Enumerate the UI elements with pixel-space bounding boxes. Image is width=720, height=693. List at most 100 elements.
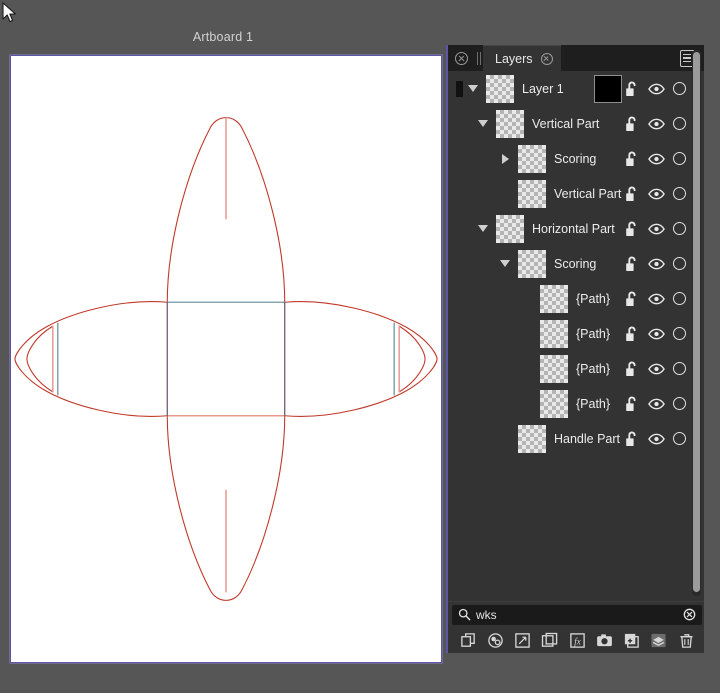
layer-thumbnail[interactable] [540,285,568,313]
layer-indent-spacer [448,228,476,229]
layer-toolbar[interactable]: fx [448,627,706,653]
adjustment-layer-button[interactable] [485,630,505,650]
circle-icon[interactable] [673,327,686,340]
circle-icon[interactable] [673,257,686,270]
layer-row-controls [625,176,686,211]
svg-text:fx: fx [574,636,580,646]
unlock-icon[interactable] [625,361,640,377]
circle-icon[interactable] [673,152,686,165]
layer-thumbnail[interactable] [518,145,546,173]
mask-layer-button[interactable] [540,630,560,650]
duplicate-layer-icon [460,632,477,649]
chevron-down-icon[interactable] [466,85,480,92]
unlock-icon[interactable] [625,396,640,412]
drag-grip-icon[interactable] [474,45,483,71]
layer-thumbnail[interactable] [540,390,568,418]
layer-row[interactable]: Vertical Part [448,176,706,211]
circle-icon[interactable] [673,222,686,235]
unlock-icon[interactable] [625,116,640,132]
eye-icon[interactable] [648,258,665,270]
layer-search-bar[interactable]: wks [448,601,706,627]
circle-icon[interactable] [673,292,686,305]
layer-indent-spacer [448,298,520,299]
layer-thumbnail[interactable] [518,250,546,278]
eye-icon[interactable] [648,433,665,445]
layer-thumbnail[interactable] [486,75,514,103]
live-filter-layer-button[interactable] [513,630,533,650]
layer-thumbnail[interactable] [496,110,524,138]
eye-icon[interactable] [648,328,665,340]
chevron-down-icon[interactable] [498,260,512,267]
chevron-right-icon[interactable] [498,154,512,164]
circle-icon[interactable] [673,82,686,95]
layer-row[interactable]: Vertical Part [448,106,706,141]
panel-right-gutter [704,45,720,653]
panel-close-button[interactable] [448,45,474,71]
disclosure-triangle [502,154,509,164]
layer-thumbnail[interactable] [540,320,568,348]
eye-icon[interactable] [648,223,665,235]
eye-icon[interactable] [648,188,665,200]
disclosure-triangle [478,120,488,127]
layer-indent-spacer [448,193,498,194]
duplicate-layer-button[interactable] [458,630,478,650]
layer-indent-spacer [448,123,476,124]
layer-thumbnail[interactable] [518,425,546,453]
layer-row[interactable]: Layer 1 [448,71,706,106]
search-input[interactable]: wks [452,605,702,625]
fx-layer-effects-button[interactable]: fx [567,630,587,650]
layer-name-label: Layer 1 [522,82,594,96]
chevron-down-icon[interactable] [476,225,490,232]
unlock-icon[interactable] [625,291,640,307]
eye-icon[interactable] [648,363,665,375]
unlock-icon[interactable] [625,431,640,447]
layer-row[interactable]: {Path} [448,351,706,386]
layer-thumbnail[interactable] [540,355,568,383]
tab-close-icon[interactable] [541,53,553,65]
layer-row[interactable]: Horizontal Part [448,211,706,246]
layer-indent-spacer [448,263,498,264]
layer-indent-spacer [448,403,520,404]
layer-list-scrollbar[interactable] [692,50,701,596]
add-layer-button[interactable] [622,630,642,650]
eye-icon[interactable] [648,153,665,165]
eye-icon[interactable] [648,118,665,130]
eye-icon[interactable] [648,293,665,305]
layer-row[interactable]: {Path} [448,281,706,316]
layer-color-swatch[interactable] [594,75,622,103]
layer-list[interactable]: Layer 1Vertical PartScoringVertical Part… [448,71,706,627]
unlock-icon[interactable] [625,221,640,237]
close-circle-icon[interactable] [455,52,468,65]
delete-layer-button[interactable] [676,630,696,650]
unlock-icon[interactable] [625,326,640,342]
eye-icon[interactable] [648,398,665,410]
layer-row[interactable]: Handle Part [448,421,706,456]
disclosure-triangle [500,260,510,267]
layer-thumbnail[interactable] [518,180,546,208]
add-layer-icon [623,632,640,649]
search-clear-icon[interactable] [683,608,696,621]
unlock-icon[interactable] [625,81,640,97]
layer-row[interactable]: {Path} [448,386,706,421]
scrollbar-thumb[interactable] [693,52,700,592]
unlock-icon[interactable] [625,186,640,202]
layer-row[interactable]: {Path} [448,316,706,351]
unlock-icon[interactable] [625,151,640,167]
tab-layers[interactable]: Layers [483,45,561,71]
circle-icon[interactable] [673,397,686,410]
chevron-down-icon[interactable] [476,120,490,127]
circle-icon[interactable] [673,187,686,200]
unlock-icon[interactable] [625,256,640,272]
merge-layer-button[interactable] [649,630,669,650]
layer-row[interactable]: Scoring [448,246,706,281]
circle-icon[interactable] [673,117,686,130]
layer-row[interactable]: Scoring [448,141,706,176]
snapshot-button[interactable] [594,630,614,650]
circle-icon[interactable] [673,362,686,375]
circle-icon[interactable] [673,432,686,445]
packaging-die-line-artwork [11,56,441,662]
eye-icon[interactable] [648,83,665,95]
layer-thumbnail[interactable] [496,215,524,243]
canvas-area[interactable]: Artboard 1 [0,0,446,693]
artboard[interactable] [10,55,442,663]
